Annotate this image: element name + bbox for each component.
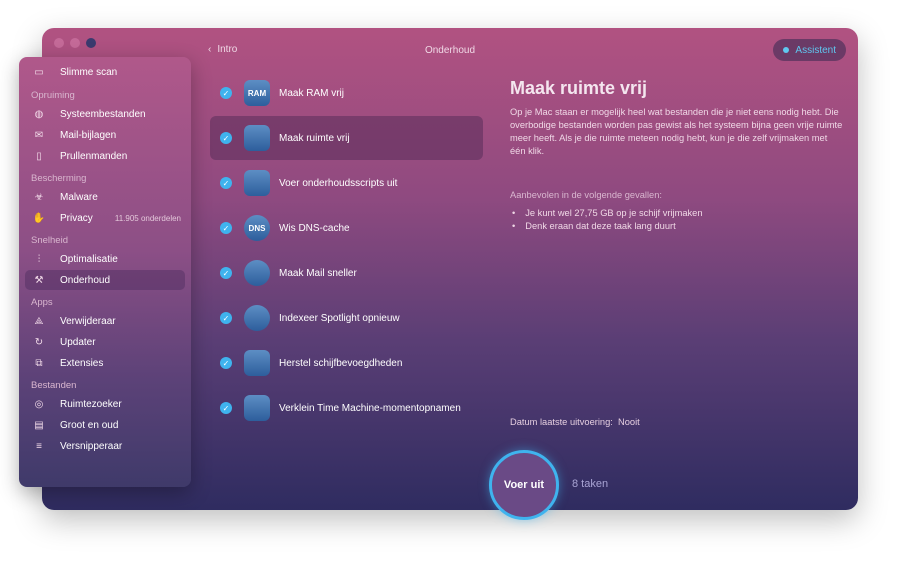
assistant-button[interactable]: Assistent bbox=[773, 39, 846, 61]
biohazard-icon: ☣ bbox=[34, 191, 44, 203]
mail-icon: ✉ bbox=[34, 129, 44, 141]
assistant-dot-icon bbox=[783, 47, 790, 53]
sidebar-section-title: Snelheid bbox=[31, 235, 68, 246]
wrench-icon: ⚒ bbox=[34, 274, 44, 286]
sidebar-item[interactable]: ◍ Systeembestanden bbox=[25, 104, 185, 124]
sidebar-section-title: Bescherming bbox=[31, 173, 87, 184]
sidebar-section-title: Opruiming bbox=[31, 90, 75, 101]
item-count: 11.905 onderdelen bbox=[114, 213, 181, 223]
task-item[interactable]: ✓ Maak ruimte vrij bbox=[210, 116, 483, 160]
scan-icon: ▭ bbox=[34, 66, 44, 78]
checkbox-checked-icon[interactable]: ✓ bbox=[220, 132, 232, 144]
hand-icon: ✋ bbox=[32, 212, 46, 224]
sidebar-item[interactable]: ✉ Mail-bijlagen bbox=[25, 125, 185, 145]
sidebar-item[interactable]: ↻ Updater bbox=[25, 332, 185, 352]
uninstaller-icon: ⟁ bbox=[34, 315, 44, 327]
task-item[interactable]: ✓ Verklein Time Machine-momentopnamen bbox=[210, 386, 483, 430]
checkbox-checked-icon[interactable]: ✓ bbox=[220, 267, 232, 279]
sidebar-item[interactable]: ▭ Slimme scan bbox=[25, 62, 185, 82]
bullet-item: • Je kunt wel 27,75 GB op je schijf vrijm… bbox=[512, 208, 703, 218]
sidebar-item[interactable]: ⫶ Optimalisatie bbox=[25, 249, 185, 269]
task-label: Maak Mail sneller bbox=[279, 267, 357, 279]
shredder-icon: ≡ bbox=[36, 440, 42, 452]
sidebar-section-title: Apps bbox=[31, 297, 53, 308]
task-icon bbox=[244, 305, 270, 331]
task-icon: DNS bbox=[244, 215, 270, 241]
system-junk-icon: ◍ bbox=[34, 108, 44, 120]
checkbox-checked-icon[interactable]: ✓ bbox=[220, 87, 232, 99]
updater-icon: ↻ bbox=[34, 336, 44, 348]
checkbox-checked-icon[interactable]: ✓ bbox=[220, 222, 232, 234]
sidebar-item[interactable]: ⟁ Verwijderaar bbox=[25, 311, 185, 331]
task-icon bbox=[244, 170, 270, 196]
detail-title: Maak ruimte vrij bbox=[510, 78, 648, 98]
task-item[interactable]: ✓ DNS Wis DNS-cache bbox=[210, 206, 483, 250]
task-detail: Maak ruimte vrij Op je Mac staan er moge… bbox=[510, 78, 845, 158]
task-label: Indexeer Spotlight opnieuw bbox=[279, 312, 400, 324]
recommended-title: Aanbevolen in de volgende gevallen: bbox=[510, 190, 662, 200]
task-label: Maak ruimte vrij bbox=[279, 132, 350, 144]
task-label: Wis DNS-cache bbox=[279, 222, 350, 234]
sidebar-item[interactable]: ⚒ Onderhoud bbox=[25, 270, 185, 290]
checkbox-checked-icon[interactable]: ✓ bbox=[220, 357, 232, 369]
checkbox-checked-icon[interactable]: ✓ bbox=[220, 402, 232, 414]
task-item[interactable]: ✓ Maak Mail sneller bbox=[210, 251, 483, 295]
task-icon bbox=[244, 260, 270, 286]
task-item[interactable]: ✓ RAM Maak RAM vrij bbox=[210, 71, 483, 115]
sidebar-item[interactable]: ▯ Prullenmanden bbox=[25, 146, 185, 166]
sidebar: ▭ Slimme scan Opruiming ◍ Systeembestanden ✉ M… bbox=[19, 57, 191, 487]
run-button[interactable]: Voer uit bbox=[489, 450, 559, 520]
task-icon: RAM bbox=[244, 80, 270, 106]
puzzle-icon: ⧉ bbox=[35, 357, 43, 369]
window-title: Onderhoud bbox=[424, 45, 476, 56]
task-label: Maak RAM vrij bbox=[279, 87, 345, 99]
task-item[interactable]: ✓ Indexeer Spotlight opnieuw bbox=[210, 296, 483, 340]
sliders-icon: ⫶ bbox=[37, 253, 41, 265]
sidebar-item[interactable]: ◎ Ruimtezoeker bbox=[25, 394, 185, 414]
task-count: 8 taken bbox=[572, 478, 609, 490]
folder-icon: ▤ bbox=[34, 419, 44, 431]
space-lens-icon: ◎ bbox=[34, 398, 44, 410]
task-icon bbox=[244, 125, 270, 151]
task-icon bbox=[244, 395, 270, 421]
trash-icon: ▯ bbox=[36, 150, 42, 162]
task-icon bbox=[244, 350, 270, 376]
sidebar-item[interactable]: ✋ Privacy 11.905 onderdelen bbox=[25, 208, 185, 228]
sidebar-item[interactable]: ⧉ Extensies bbox=[25, 353, 185, 373]
task-label: Voer onderhoudsscripts uit bbox=[279, 177, 398, 189]
task-item[interactable]: ✓ Voer onderhoudsscripts uit bbox=[210, 161, 483, 205]
checkbox-checked-icon[interactable]: ✓ bbox=[220, 312, 232, 324]
task-label: Herstel schijfbevoegdheden bbox=[279, 357, 403, 369]
task-item[interactable]: ✓ Herstel schijfbevoegdheden bbox=[210, 341, 483, 385]
checkbox-checked-icon[interactable]: ✓ bbox=[220, 177, 232, 189]
sidebar-item[interactable]: ▤ Groot en oud bbox=[25, 415, 185, 435]
sidebar-item[interactable]: ≡ Versnipperaar bbox=[25, 436, 185, 456]
bullet-item: • Denk eraan dat deze taak lang duurt bbox=[512, 221, 676, 231]
sidebar-section-title: Bestanden bbox=[31, 380, 77, 391]
last-run: Datum laatste uitvoering: Nooit bbox=[510, 417, 640, 427]
sidebar-item[interactable]: ☣ Malware bbox=[25, 187, 185, 207]
detail-description: Op je Mac staan er mogelijk heel wat bes… bbox=[510, 107, 843, 156]
task-label: Verklein Time Machine-momentopnamen bbox=[279, 402, 461, 414]
